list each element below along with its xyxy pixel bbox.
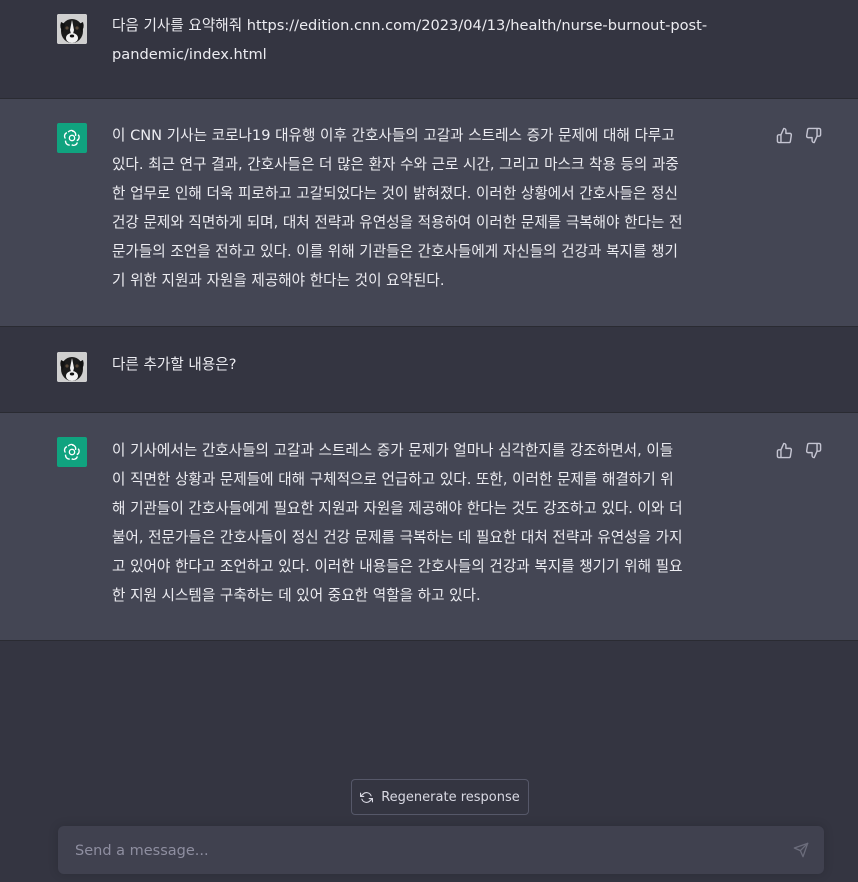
assistant-message-text: 이 CNN 기사는 코로나19 대유행 이후 간호사들의 고갈과 스트레스 증가… [112, 127, 683, 289]
assistant-avatar [57, 123, 87, 153]
thumbs-up-button[interactable] [776, 127, 793, 144]
thumbs-up-button[interactable] [776, 442, 793, 459]
message-row-assistant-1: 이 CNN 기사는 코로나19 대유행 이후 간호사들의 고갈과 스트레스 증가… [0, 99, 858, 327]
thumbs-down-icon [805, 442, 822, 459]
thumbs-down-button[interactable] [805, 442, 822, 459]
openai-logo-icon [63, 443, 80, 460]
user-message-text: 다른 추가할 내용은? [112, 356, 237, 373]
message-row-user-1: 다음 기사를 요약해줘 https://edition.cnn.com/2023… [0, 0, 858, 99]
send-icon [793, 842, 809, 858]
user-avatar [57, 14, 87, 44]
refresh-icon [360, 791, 374, 803]
send-button[interactable] [793, 842, 809, 858]
thumbs-down-icon [805, 127, 822, 144]
user-avatar [57, 352, 87, 382]
feedback-buttons [776, 442, 822, 459]
user-message-text: 다음 기사를 요약해줘 https://edition.cnn.com/2023… [112, 17, 708, 63]
assistant-message-text: 이 기사에서는 간호사들의 고갈과 스트레스 증가 문제가 얼마나 심각한지를 … [112, 442, 683, 604]
message-row-user-2: 다른 추가할 내용은? [0, 327, 858, 413]
regenerate-label: Regenerate response [381, 789, 520, 805]
message-input-box [58, 826, 824, 876]
dog-avatar-icon [57, 14, 87, 44]
openai-logo-icon [63, 129, 80, 146]
feedback-buttons [776, 127, 822, 144]
thumbs-down-button[interactable] [805, 127, 822, 144]
regenerate-response-button[interactable]: Regenerate response [351, 779, 529, 815]
message-input[interactable] [73, 826, 767, 876]
thumbs-up-icon [776, 127, 793, 144]
assistant-avatar [57, 437, 87, 467]
thumbs-up-icon [776, 442, 793, 459]
message-row-assistant-2: 이 기사에서는 간호사들의 고갈과 스트레스 증가 문제가 얼마나 심각한지를 … [0, 413, 858, 641]
dog-avatar-icon [57, 352, 87, 382]
